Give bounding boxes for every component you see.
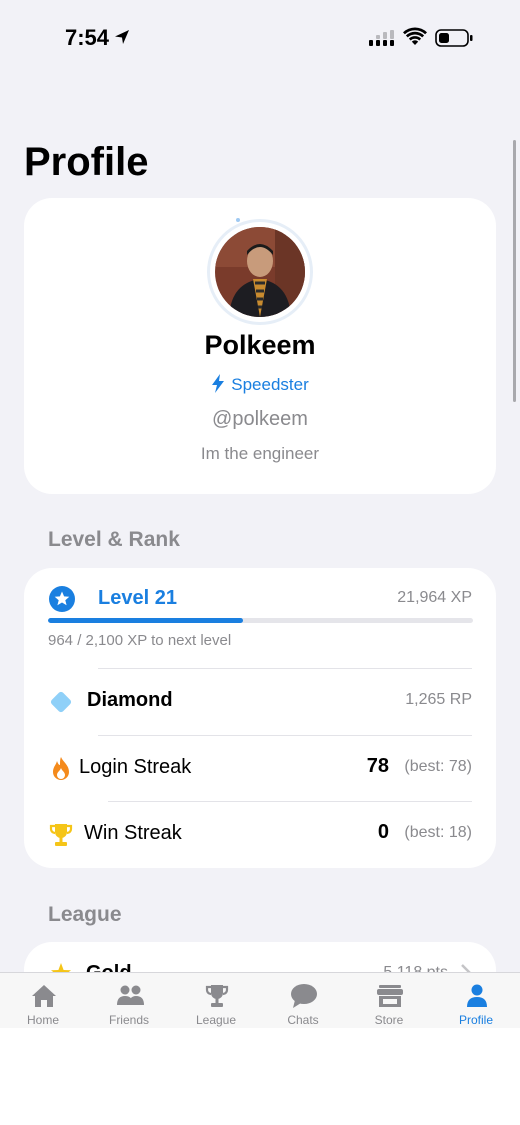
login-streak-label: Login Streak [79,756,192,778]
flame-icon [53,757,69,780]
xp-progress-text: 964 / 2,100 XP to next level [48,632,232,649]
tab-league[interactable]: League [173,973,259,1028]
tab-label: Store [374,1013,404,1027]
avatar-indicator-dot [236,218,240,222]
username: @polkeem [212,408,308,430]
lightning-bolt-icon [212,374,225,393]
win-streak-value: 0 [377,821,389,843]
xp-progress-bar [48,618,473,623]
tab-label: Friends [108,1013,149,1027]
tab-store[interactable]: Store [346,973,432,1028]
login-streak-value: 78 [366,755,389,777]
trophy-icon [49,824,73,846]
xp-progress-fill [48,618,244,623]
scroll-indicator[interactable] [513,140,516,402]
win-streak-best: (best: 18) [404,824,472,841]
cellular-signal-icon [369,30,394,46]
chat-bubble-icon [291,984,317,1008]
rank-label: Diamond [87,689,173,711]
page-title: Profile [24,140,149,184]
rank-points: 1,265 RP [405,691,472,708]
trophy-icon [205,985,229,1007]
login-streak-row[interactable]: Login Streak 78 (best: 78) [24,736,496,802]
house-icon [32,985,56,1007]
login-streak-best: (best: 78) [404,758,472,775]
wifi-icon [403,27,427,45]
tab-profile[interactable]: Profile [433,973,519,1028]
speedster-badge[interactable]: Speedster [24,374,496,395]
tab-label: Chats [287,1013,319,1027]
level-rank-card: Level 21 21,964 XP 964 / 2,100 XP to nex… [24,568,496,868]
avatar[interactable] [215,227,305,317]
tab-label: League [195,1013,237,1027]
avatar-photo [215,227,305,317]
badge-label: Speedster [231,375,309,394]
level-label: Level 21 [98,587,177,609]
rank-row[interactable]: Diamond 1,265 RP [24,669,496,735]
tab-chats[interactable]: Chats [260,973,346,1028]
win-streak-label: Win Streak [84,822,182,844]
tab-bar: Home Friends League Chats Store Profile [0,972,520,1028]
battery-icon [435,29,473,47]
win-streak-row[interactable]: Win Streak 0 (best: 18) [24,802,496,868]
status-bar: 7:54 [0,0,520,76]
star-circle-icon [49,586,75,612]
tab-label: Profile [458,1013,493,1027]
avatar-ring[interactable] [210,222,310,322]
level-rank-section-title: Level & Rank [48,528,180,551]
profile-card: Polkeem Speedster @polkeem Im the engine… [24,198,496,494]
people-icon [117,985,144,1005]
display-name: Polkeem [204,330,316,360]
person-icon [467,984,487,1007]
app-screen: 7:54 Profile Polkeem Speedster @polkeem … [0,0,520,1028]
tab-friends[interactable]: Friends [86,973,172,1028]
league-section-title: League [48,903,122,926]
tab-home[interactable]: Home [0,973,86,1028]
status-time: 7:54 [65,25,110,50]
xp-total: 21,964 XP [397,589,472,606]
storefront-icon [377,985,403,1007]
tab-label: Home [26,1013,59,1027]
diamond-icon [50,691,72,713]
location-arrow-icon [115,30,129,44]
bio: Im the engineer [200,444,320,463]
